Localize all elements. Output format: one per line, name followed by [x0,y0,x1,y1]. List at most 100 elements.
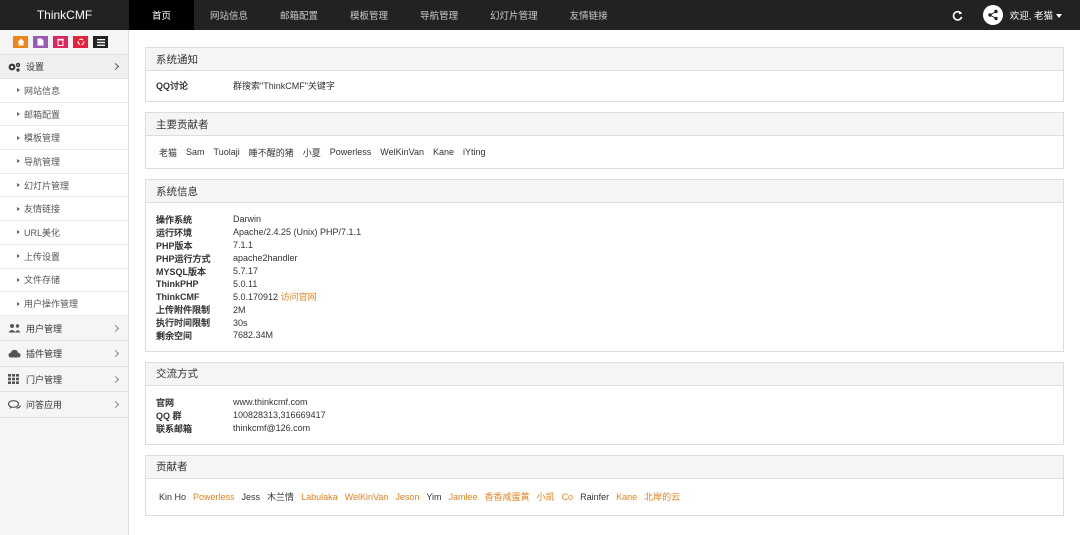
cogs-icon [8,62,22,72]
sidebar: 设置 网站信息 邮箱配置 模板管理 导航管理 幻灯片管理 友情链接 URL美化 … [0,30,129,535]
panel-contributors: 贡献者 Kin Ho Powerless Jess 木兰情 Labulaka W… [145,454,1064,516]
kv-value: Apache/2.4.25 (Unix) PHP/7.1.1 [233,227,362,238]
kv-key: QQ 群 [156,410,182,421]
kv-row: ThinkCMF 5.0.170912 访问官网 [156,290,1053,303]
top-navbar: ThinkCMF 首页 网站信息 邮箱配置 模板管理 导航管理 幻灯片管理 友情… [0,0,1080,30]
sidebar-group-plugins[interactable]: 插件管理 [0,341,128,367]
kv-value: 5.7.17 [233,266,259,276]
sidebar-item-label: 上传设置 [24,251,61,262]
sidebar-group-qa[interactable]: 问答应用 [0,392,128,418]
sidebar-item-slides[interactable]: 幻灯片管理 [0,173,128,198]
sidebar-item-storage[interactable]: 文件存储 [0,268,128,293]
thinkcmf-version: 5.0.170912 [233,292,279,303]
contributor-name: Powerless [329,147,372,157]
contributor-link[interactable]: Co [562,492,574,502]
recycle-icon[interactable] [73,36,88,48]
contributor-name: Jess [241,491,261,502]
caret-right-icon [17,183,20,188]
kv-row: 操作系统 Darwin [156,213,1053,226]
main-content: 系统通知 QQ讨论 群搜索"ThinkCMF"关键字 主要贡献者 老猫 Sam … [145,47,1064,526]
home-icon[interactable] [13,36,28,48]
caret-right-icon [17,277,20,282]
sidebar-settings-header[interactable]: 设置 [0,54,128,79]
sidebar-item-url-rewrite[interactable]: URL美化 [0,221,128,245]
kv-key: QQ讨论 [156,80,189,91]
sidebar-item-upload[interactable]: 上传设置 [0,244,128,269]
panel-body: 官网 www.thinkcmf.com QQ 群 100828313,3166694… [146,386,1063,444]
contributor-link[interactable]: Jeson [395,492,419,502]
file-icon[interactable] [33,36,48,48]
kv-row: 运行环境 Apache/2.4.25 (Unix) PHP/7.1.1 [156,226,1053,239]
nav-template[interactable]: 模板管理 [334,0,404,30]
contributor-link[interactable]: Jamlee [449,492,478,502]
kv-key: PHP版本 [156,240,193,251]
chevron-right-icon [111,350,120,358]
contributor-name: 老猫 [159,147,178,158]
sidebar-settings-label: 设置 [26,62,45,72]
share-icon[interactable] [982,5,1003,25]
list-icon[interactable] [93,36,108,48]
sidebar-item-user-actions[interactable]: 用户操作管理 [0,292,128,316]
contributor-link[interactable]: 香香咸蛋黄 [485,490,530,503]
kv-key: MYSQL版本 [156,266,207,277]
nav-mail-config[interactable]: 邮箱配置 [264,0,334,30]
kv-value: 5.0.170912 访问官网 [233,290,317,303]
caret-right-icon [17,159,20,164]
contributor-link[interactable]: Powerless [193,492,235,502]
panel-body: 操作系统 Darwin 运行环境 Apache/2.4.25 (Unix) PHP/… [146,203,1063,351]
users-icon [8,323,22,333]
sidebar-group-portal[interactable]: 门户管理 [0,366,128,393]
contributor-link[interactable]: WelKinVan [345,492,389,502]
sidebar-item-links[interactable]: 友情链接 [0,197,128,222]
trash-icon[interactable] [53,36,68,48]
welcome-text: 欢迎, 老猫 [1009,11,1053,22]
contributor-name: Rainfer [580,491,610,502]
kv-row: QQ讨论 群搜索"ThinkCMF"关键字 [156,77,1053,93]
kv-key: 操作系统 [156,214,193,225]
sidebar-item-navigation[interactable]: 导航管理 [0,150,128,174]
panel-body: QQ讨论 群搜索"ThinkCMF"关键字 [146,71,1063,101]
contributor-link[interactable]: 北岸的云 [644,490,680,503]
cloud-icon [8,349,22,358]
sidebar-item-site-info[interactable]: 网站信息 [0,79,128,103]
panel-title: 系统信息 [146,180,1063,203]
kv-row: PHP运行方式 apache2handler [156,252,1053,265]
nav-home[interactable]: 首页 [129,0,195,30]
visit-website-link[interactable]: 访问官网 [281,292,317,302]
contributor-name: Kin Ho [159,491,187,502]
kv-row: PHP版本 7.1.1 [156,239,1053,252]
kv-value: 7.1.1 [233,240,254,251]
sidebar-group-label: 用户管理 [26,323,63,334]
sidebar-item-label: 幻灯片管理 [24,180,70,191]
contributor-link[interactable]: 小凯 [537,490,555,503]
nav-slides[interactable]: 幻灯片管理 [474,0,554,30]
sidebar-item-mail-config[interactable]: 邮箱配置 [0,102,128,127]
nav-navigation[interactable]: 导航管理 [404,0,474,30]
contributor-link[interactable]: Labulaka [301,492,338,502]
nav-links[interactable]: 友情链接 [554,0,624,30]
panel-system-info: 系统信息 操作系统 Darwin 运行环境 Apache/2.4.25 (Unix)… [145,179,1064,352]
sidebar-item-template[interactable]: 模板管理 [0,126,128,151]
panel-title: 交流方式 [146,362,1063,386]
refresh-icon[interactable] [951,8,965,22]
contributor-name: 木兰情 [267,492,295,503]
sidebar-item-label: 文件存储 [24,275,61,286]
kv-row: ThinkPHP 5.0.11 [156,277,1053,290]
caret-right-icon [17,135,20,140]
kv-key: 剩余空间 [156,330,193,341]
panel-title: 贡献者 [146,455,1063,479]
chevron-right-icon [111,375,120,383]
contributor-link[interactable]: Kane [616,492,637,502]
user-menu[interactable]: 欢迎, 老猫 [1010,8,1062,22]
chevron-right-icon [111,324,120,332]
sidebar-group-users[interactable]: 用户管理 [0,315,128,342]
kv-value: thinkcmf@126.com [233,423,311,434]
kv-key: PHP运行方式 [156,253,211,264]
kv-row: 执行时间限制 30s [156,316,1053,329]
panel-contact: 交流方式 官网 www.thinkcmf.com QQ 群 100828313,31… [145,361,1064,445]
nav-site-info[interactable]: 网站信息 [194,0,264,30]
website-link[interactable]: www.thinkcmf.com [233,397,308,407]
panel-main-contributors: 主要贡献者 老猫 Sam Tuolaji 睡不醒的猪 小夏 Powerless … [145,112,1064,169]
sidebar-item-label: 导航管理 [24,156,61,167]
brand-logo[interactable]: ThinkCMF [0,0,129,30]
